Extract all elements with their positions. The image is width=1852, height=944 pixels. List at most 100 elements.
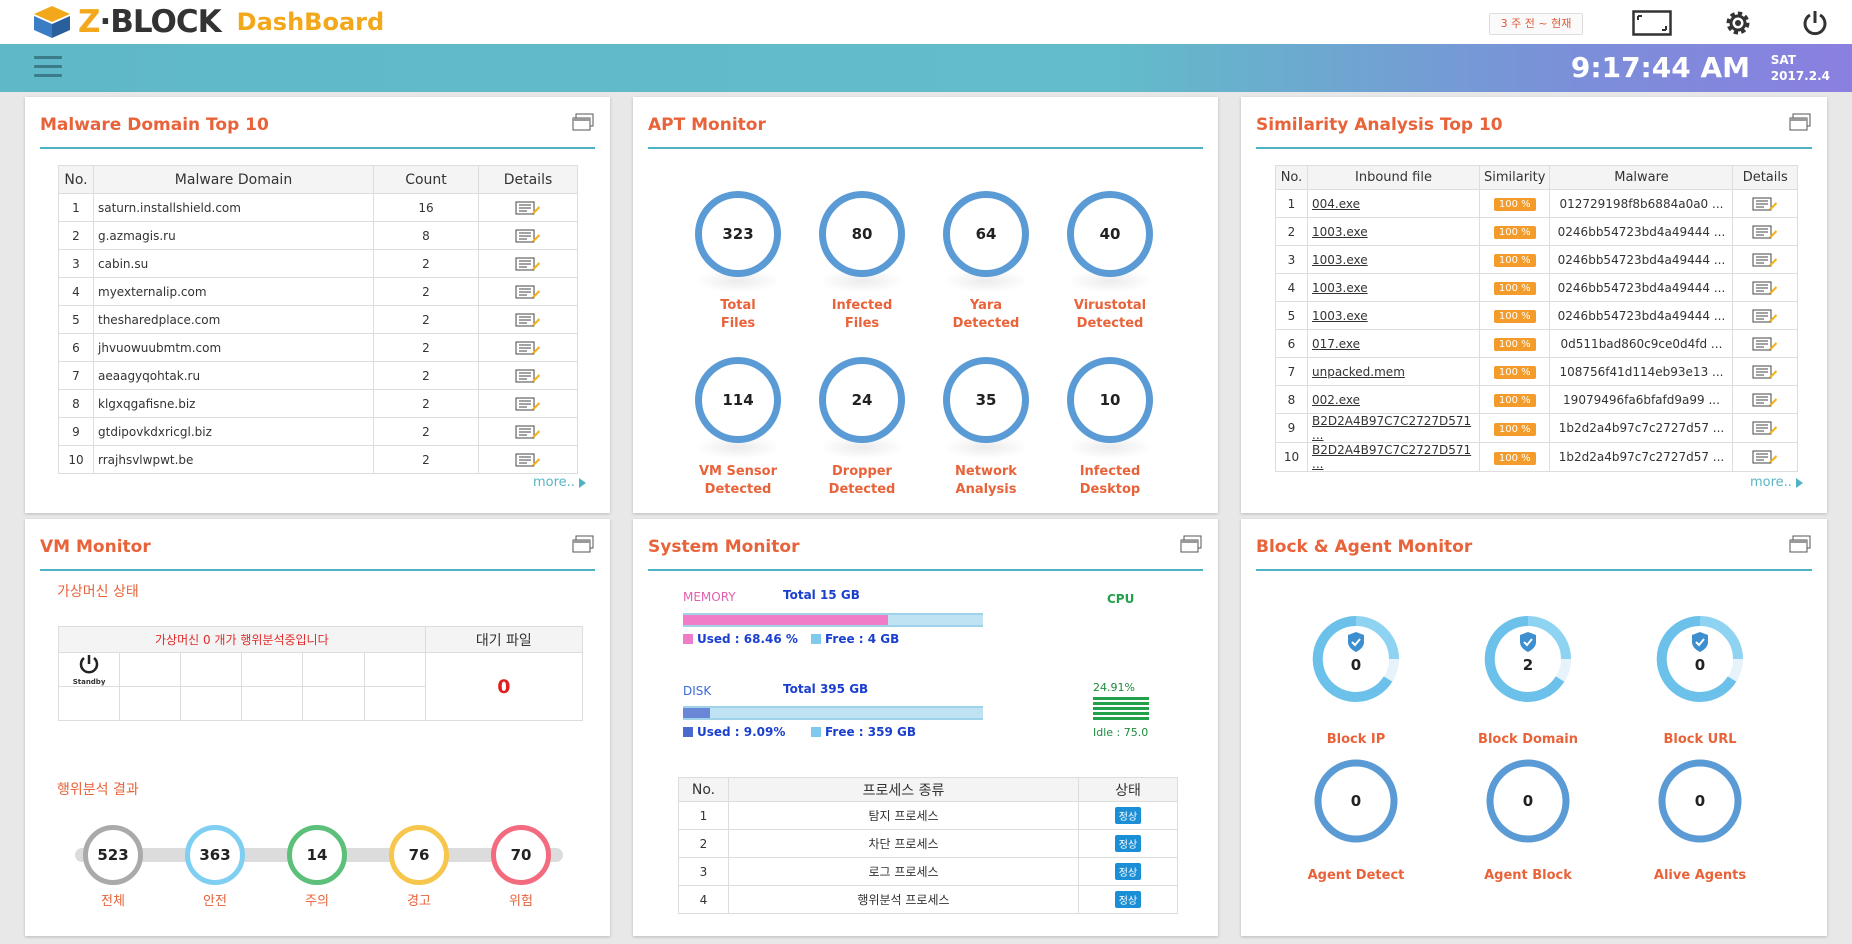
row-state: 정상 [1078, 801, 1178, 830]
inbound-file-link[interactable]: B2D2A4B97C7C2727D571 ... [1312, 414, 1471, 442]
inbound-file-link[interactable]: unpacked.mem [1312, 365, 1405, 379]
table-row: 7 aeaagyqohtak.ru 2 [58, 361, 578, 390]
apt-ring-label: Dropper Detected [807, 463, 917, 499]
table-row: 2 1003.exe 100 % 0246bb54723bd4a49444 ... [1275, 217, 1798, 246]
details-icon[interactable] [1732, 301, 1798, 330]
apt-ring[interactable]: 24 [819, 357, 905, 443]
gauge-label: Block IP [1326, 732, 1386, 747]
row-inbound-file[interactable]: 1003.exe [1307, 245, 1480, 274]
result-circle[interactable]: 523 [83, 825, 143, 885]
col-similarity: Similarity [1478, 165, 1551, 190]
title-divider [40, 569, 595, 571]
row-no: 3 [58, 249, 94, 278]
details-icon[interactable] [478, 389, 578, 418]
popup-window-icon[interactable] [1180, 535, 1202, 553]
details-icon[interactable] [478, 305, 578, 334]
inbound-file-link[interactable]: 1003.exe [1312, 225, 1368, 239]
row-domain: cabin.su [93, 249, 374, 278]
details-icon[interactable] [478, 333, 578, 362]
details-icon[interactable] [1732, 357, 1798, 386]
row-inbound-file[interactable]: 1003.exe [1307, 301, 1480, 330]
details-icon[interactable] [478, 193, 578, 222]
details-icon[interactable] [1732, 413, 1798, 443]
more-link[interactable]: more.. [1750, 475, 1803, 490]
apt-ring[interactable]: 64 [943, 191, 1029, 277]
label-line: Detected [828, 482, 896, 497]
popup-window-icon[interactable] [1789, 535, 1811, 553]
table-row: 9 gtdipovkdxricgl.biz 2 [58, 417, 578, 446]
table-row: 1 004.exe 100 % 012729198f8b6884a0a0 ... [1275, 189, 1798, 218]
apt-ring[interactable]: 114 [695, 357, 781, 443]
inbound-file-link[interactable]: 1003.exe [1312, 253, 1368, 267]
row-inbound-file[interactable]: 004.exe [1307, 189, 1480, 218]
col-malware: Malware [1549, 165, 1734, 190]
details-icon[interactable] [1732, 217, 1798, 246]
popup-window-icon[interactable] [572, 113, 594, 131]
apt-ring-label: Infected Desktop [1055, 463, 1165, 499]
gauge-label: Alive Agents [1653, 868, 1747, 883]
popup-window-icon[interactable] [572, 535, 594, 553]
vm-analyzing-msg: 가상머신 0 개가 행위분석중입니다 [58, 626, 426, 653]
apt-ring[interactable]: 80 [819, 191, 905, 277]
more-link[interactable]: more.. [533, 475, 586, 490]
similarity-badge: 100 % [1493, 451, 1536, 465]
hamburger-menu-icon[interactable] [34, 56, 62, 80]
vm-slot-standby[interactable]: Standby [57, 652, 121, 687]
label-line: Files [844, 316, 880, 331]
gear-icon[interactable] [1718, 8, 1758, 38]
row-inbound-file[interactable]: unpacked.mem [1307, 357, 1480, 386]
apt-ring[interactable]: 35 [943, 357, 1029, 443]
inbound-file-link[interactable]: 1003.exe [1312, 281, 1368, 295]
row-inbound-file[interactable]: 1003.exe [1307, 273, 1480, 302]
apt-ring[interactable]: 40 [1067, 191, 1153, 277]
details-icon[interactable] [478, 417, 578, 446]
result-circle[interactable]: 70 [491, 825, 551, 885]
apt-ring[interactable]: 10 [1067, 357, 1153, 443]
result-circle[interactable]: 14 [287, 825, 347, 885]
row-inbound-file[interactable]: 002.exe [1307, 385, 1480, 414]
row-inbound-file[interactable]: 1003.exe [1307, 217, 1480, 246]
fullscreen-icon[interactable] [1632, 8, 1672, 38]
apt-ring[interactable]: 323 [695, 191, 781, 277]
details-icon[interactable] [478, 249, 578, 278]
details-icon[interactable] [478, 221, 578, 250]
details-icon[interactable] [1732, 329, 1798, 358]
details-icon[interactable] [1732, 385, 1798, 414]
popup-window-icon[interactable] [1789, 113, 1811, 131]
inbound-file-link[interactable]: B2D2A4B97C7C2727D571 ... [1312, 443, 1471, 471]
row-no: 4 [678, 885, 729, 914]
details-icon[interactable] [478, 361, 578, 390]
brand-logo[interactable]: Z·BLOCK DashBoard [32, 4, 384, 40]
gauge-value: 2 [1522, 656, 1534, 674]
inbound-file-link[interactable]: 004.exe [1312, 197, 1360, 211]
waiting-header: 대기 파일 [424, 626, 584, 653]
row-inbound-file[interactable]: B2D2A4B97C7C2727D571 ... [1307, 413, 1480, 443]
details-icon[interactable] [1732, 245, 1798, 274]
label-line: Detected [952, 316, 1020, 331]
inbound-file-link[interactable]: 002.exe [1312, 393, 1360, 407]
table-row: 8 002.exe 100 % 19079496fa6bfafd9a99 ... [1275, 385, 1798, 414]
row-inbound-file[interactable]: B2D2A4B97C7C2727D571 ... [1307, 442, 1480, 472]
result-circle[interactable]: 76 [389, 825, 449, 885]
col-count: Count [373, 165, 479, 194]
details-icon[interactable] [1732, 273, 1798, 302]
details-icon[interactable] [1732, 442, 1798, 472]
row-inbound-file[interactable]: 017.exe [1307, 329, 1480, 358]
result-circle[interactable]: 363 [185, 825, 245, 885]
period-button[interactable]: 3 주 전 ~ 현재 [1489, 13, 1583, 35]
details-icon[interactable] [1732, 189, 1798, 218]
details-icon[interactable] [478, 445, 578, 474]
row-no: 10 [58, 445, 94, 474]
row-no: 6 [1275, 329, 1308, 358]
similarity-badge: 100 % [1493, 198, 1536, 211]
inbound-file-link[interactable]: 017.exe [1312, 337, 1360, 351]
details-icon[interactable] [478, 277, 578, 306]
result-title: 행위분석 결과 [57, 782, 139, 798]
waiting-count: 0 [424, 652, 584, 721]
row-count: 2 [373, 333, 479, 362]
dashboard-label: DashBoard [236, 8, 385, 36]
row-count: 8 [373, 221, 479, 250]
power-icon[interactable] [1795, 8, 1835, 38]
inbound-file-link[interactable]: 1003.exe [1312, 309, 1368, 323]
vm-state-table: 가상머신 0 개가 행위분석중입니다 대기 파일 Standby 0 [57, 626, 584, 721]
